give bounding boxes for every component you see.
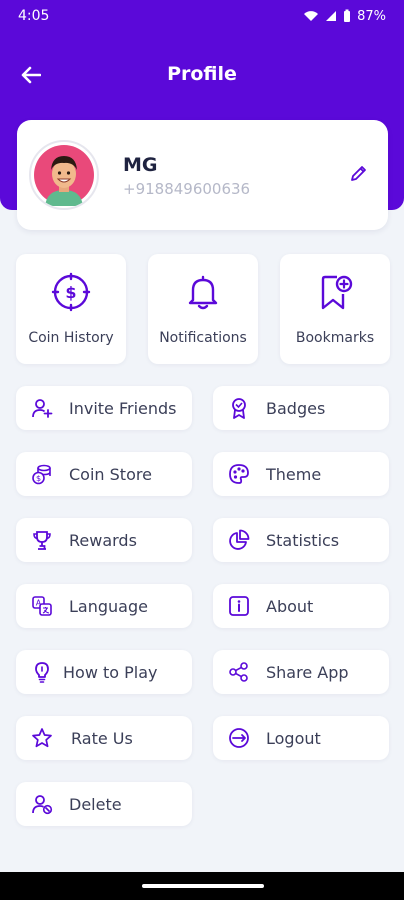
palette-icon [229, 464, 249, 484]
edit-profile-button[interactable] [346, 160, 372, 186]
menu-item-rate-us[interactable]: Rate Us [16, 716, 192, 760]
share-icon [229, 662, 248, 682]
menu-label: Delete [69, 794, 122, 814]
profile-phone: +918849600636 [123, 180, 251, 198]
lightbulb-icon [35, 662, 49, 683]
menu-label: Rate Us [71, 728, 133, 748]
menu-item-theme[interactable]: Theme [213, 452, 389, 496]
battery-level: 87% [357, 8, 386, 24]
bookmark-add-icon [321, 275, 353, 310]
tile-notifications[interactable]: Notifications [148, 254, 258, 364]
menu-label: How to Play [63, 662, 158, 682]
svg-text:$: $ [65, 283, 76, 302]
invite-user-icon [32, 399, 53, 418]
logout-icon [229, 728, 249, 748]
menu-label: About [266, 596, 314, 616]
menu-item-how-to-play[interactable]: How to Play [16, 650, 192, 694]
pencil-icon [351, 166, 366, 181]
pie-chart-icon [229, 529, 250, 550]
coin-history-icon: $ [51, 272, 91, 312]
menu-label: Language [69, 596, 148, 616]
tile-coin-history[interactable]: $ Coin History [16, 254, 126, 364]
status-bar: 4:05 87% [0, 0, 404, 32]
menu-label: Statistics [266, 530, 340, 550]
page-title: Profile [167, 63, 237, 85]
menu-item-coin-store[interactable]: $ Coin Store [16, 452, 192, 496]
profile-name: MG [123, 154, 158, 176]
menu-item-language[interactable]: A Language [16, 584, 192, 628]
menu-label: Rewards [69, 530, 137, 550]
info-icon [229, 596, 249, 616]
profile-card: MG +918849600636 [17, 120, 388, 230]
menu-item-invite-friends[interactable]: Invite Friends [16, 386, 192, 430]
avatar-illustration [34, 145, 94, 206]
menu-label: Coin Store [69, 464, 152, 484]
menu-label: Badges [266, 398, 326, 418]
battery-icon [344, 9, 351, 22]
delete-user-icon [32, 795, 53, 815]
avatar[interactable] [29, 140, 99, 210]
svg-text:A: A [36, 599, 42, 608]
menu-item-share-app[interactable]: Share App [213, 650, 389, 694]
tile-label: Bookmarks [295, 330, 375, 346]
menu-item-logout[interactable]: Logout [213, 716, 389, 760]
signal-icon [326, 11, 337, 21]
menu-label: Logout [266, 728, 321, 748]
tile-label: Coin History [28, 330, 114, 346]
trophy-icon [33, 531, 51, 550]
status-icons: 87% [303, 9, 386, 24]
tile-bookmarks[interactable]: Bookmarks [280, 254, 390, 364]
app-bar: Profile [0, 55, 404, 95]
quick-actions: $ Coin History Notifications Bookmarks [16, 254, 390, 364]
tile-label: Notifications [159, 330, 247, 346]
wifi-icon [304, 11, 319, 21]
menu-label: Theme [266, 464, 322, 484]
menu-item-badges[interactable]: Badges [213, 386, 389, 430]
menu-label: Invite Friends [69, 398, 177, 418]
menu-item-delete[interactable]: Delete [16, 782, 192, 826]
svg-text:$: $ [36, 474, 41, 483]
coin-stack-icon: $ [32, 464, 51, 485]
menu-item-rewards[interactable]: Rewards [16, 518, 192, 562]
translate-icon: A [32, 596, 52, 616]
badge-icon [232, 398, 246, 419]
menu-item-statistics[interactable]: Statistics [213, 518, 389, 562]
status-time: 4:05 [18, 8, 50, 24]
menu-item-about[interactable]: About [213, 584, 389, 628]
system-navigation-bar [0, 872, 404, 900]
bell-icon [188, 275, 218, 310]
home-gesture-handle[interactable] [142, 884, 264, 888]
star-icon [32, 728, 52, 748]
menu-label: Share App [266, 662, 349, 682]
